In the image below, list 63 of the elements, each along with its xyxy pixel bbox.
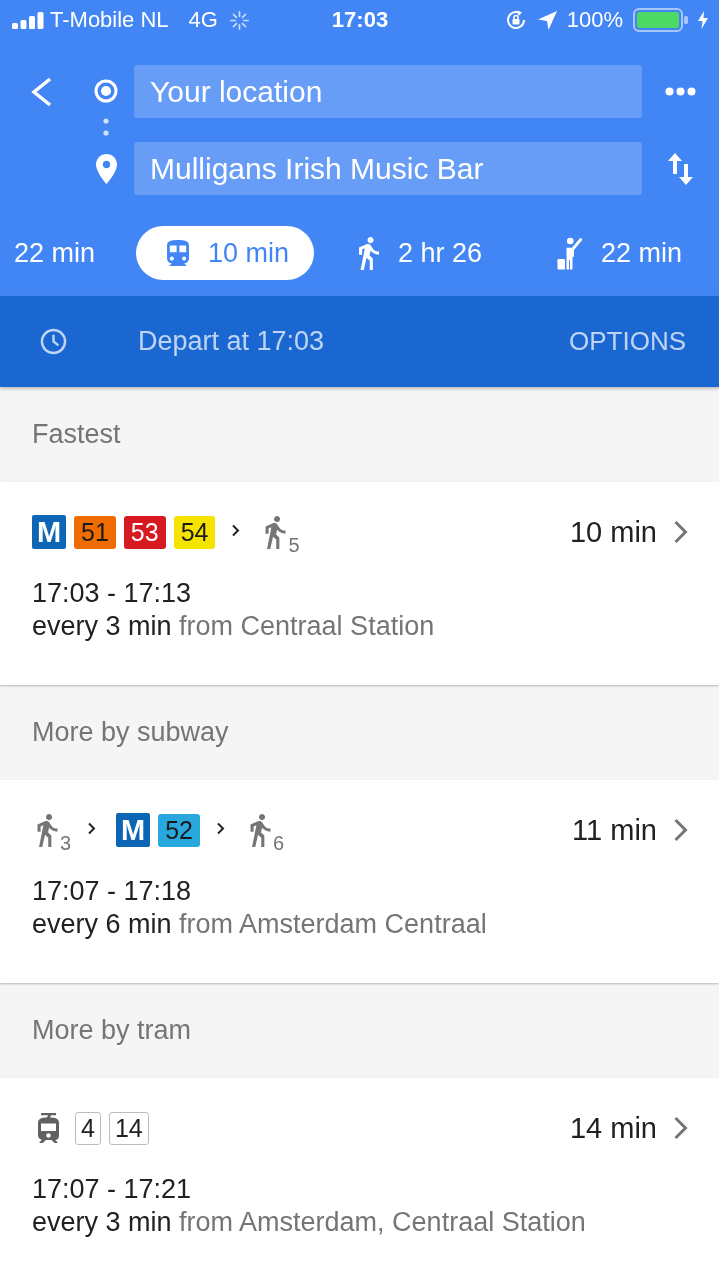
route-duration: 11 min	[572, 813, 657, 847]
origin-field[interactable]: Your location	[134, 65, 642, 118]
line-badge: 54	[173, 515, 216, 549]
route-dots-icon	[103, 118, 109, 136]
origin-dot-icon	[94, 79, 118, 103]
travel-mode-tab[interactable]: 10 min	[136, 226, 315, 280]
more-icon	[665, 87, 696, 96]
chevron-right-icon	[231, 523, 241, 537]
tram-icon	[37, 1113, 60, 1143]
route-duration: 10 min	[569, 515, 657, 549]
carrier-name: T-Mobile NL	[50, 7, 169, 33]
chevron-right-icon	[673, 1116, 688, 1140]
chevron-right-icon	[673, 818, 688, 842]
walk-minutes: 5	[288, 533, 300, 557]
train-icon	[166, 240, 190, 266]
swap-arrows-icon	[667, 151, 694, 186]
signal-icon	[12, 11, 44, 29]
section-title: More by tram	[32, 1015, 192, 1046]
line-badge: 14	[108, 1111, 149, 1145]
line-badge: 52	[158, 813, 200, 847]
charging-bolt-icon	[698, 11, 708, 29]
depart-time-button[interactable]: Depart at 17:03	[40, 326, 325, 357]
line-badge: 4	[75, 1111, 101, 1145]
route-card[interactable]: M 51 53 54 5 10 min 17:03 - 17:13 every 3 min from Centraal Station	[0, 482, 719, 685]
clock-icon	[40, 328, 67, 355]
route-times: 17:03 - 17:13	[32, 577, 193, 610]
route-frequency: every 3 min from Centraal Station	[32, 610, 436, 643]
section-title: Fastest	[32, 419, 121, 450]
route-times: 17:07 - 17:21	[32, 1173, 193, 1206]
location-arrow-icon	[537, 10, 557, 30]
metro-badge: M	[32, 515, 66, 549]
travel-mode-tab[interactable]: 22 min	[14, 226, 96, 280]
status-time: 17:03	[331, 7, 389, 33]
battery-icon	[633, 8, 688, 32]
walk-minutes: 3	[60, 831, 72, 855]
walking-person-icon	[249, 813, 271, 847]
line-badge: 53	[123, 515, 166, 549]
travel-mode-tab[interactable]: 22 min	[556, 226, 683, 280]
route-card[interactable]: 3 M 52 6 11 min 17:07 - 17:18 every 6 min from Amsterdam Centraal	[0, 780, 719, 983]
battery-percent: 100%	[566, 7, 623, 33]
travel-mode-tab[interactable]: 2 hr 26	[358, 226, 483, 280]
walking-person-icon	[265, 515, 287, 549]
person-hailing-icon	[556, 236, 583, 270]
route-card[interactable]: 4 14 14 min 17:07 - 17:21 every 3 min from Amsterdam, Centraal Station	[0, 1078, 719, 1280]
destination-field[interactable]: Mulligans Irish Music Bar	[134, 142, 642, 195]
section-title: More by subway	[32, 717, 229, 748]
map-pin-icon	[95, 154, 117, 184]
route-duration: 14 min	[569, 1111, 657, 1145]
route-times: 17:07 - 17:18	[32, 875, 193, 908]
options-button[interactable]: OPTIONS	[569, 326, 686, 357]
chevron-left-icon	[29, 76, 54, 107]
chevron-right-icon	[673, 520, 688, 544]
line-badge: 51	[74, 515, 116, 549]
metro-badge: M	[116, 813, 151, 847]
walking-person-icon	[37, 813, 58, 847]
route-frequency: every 6 min from Amsterdam Centraal	[32, 908, 488, 941]
chevron-right-icon	[215, 821, 225, 835]
route-frequency: every 3 min from Amsterdam, Centraal Station	[32, 1206, 587, 1239]
chevron-right-icon	[87, 821, 97, 835]
walking-person-icon	[358, 236, 380, 270]
walk-minutes: 6	[272, 831, 285, 855]
activity-spinner-icon	[229, 10, 249, 30]
network-type: 4G	[188, 7, 218, 33]
